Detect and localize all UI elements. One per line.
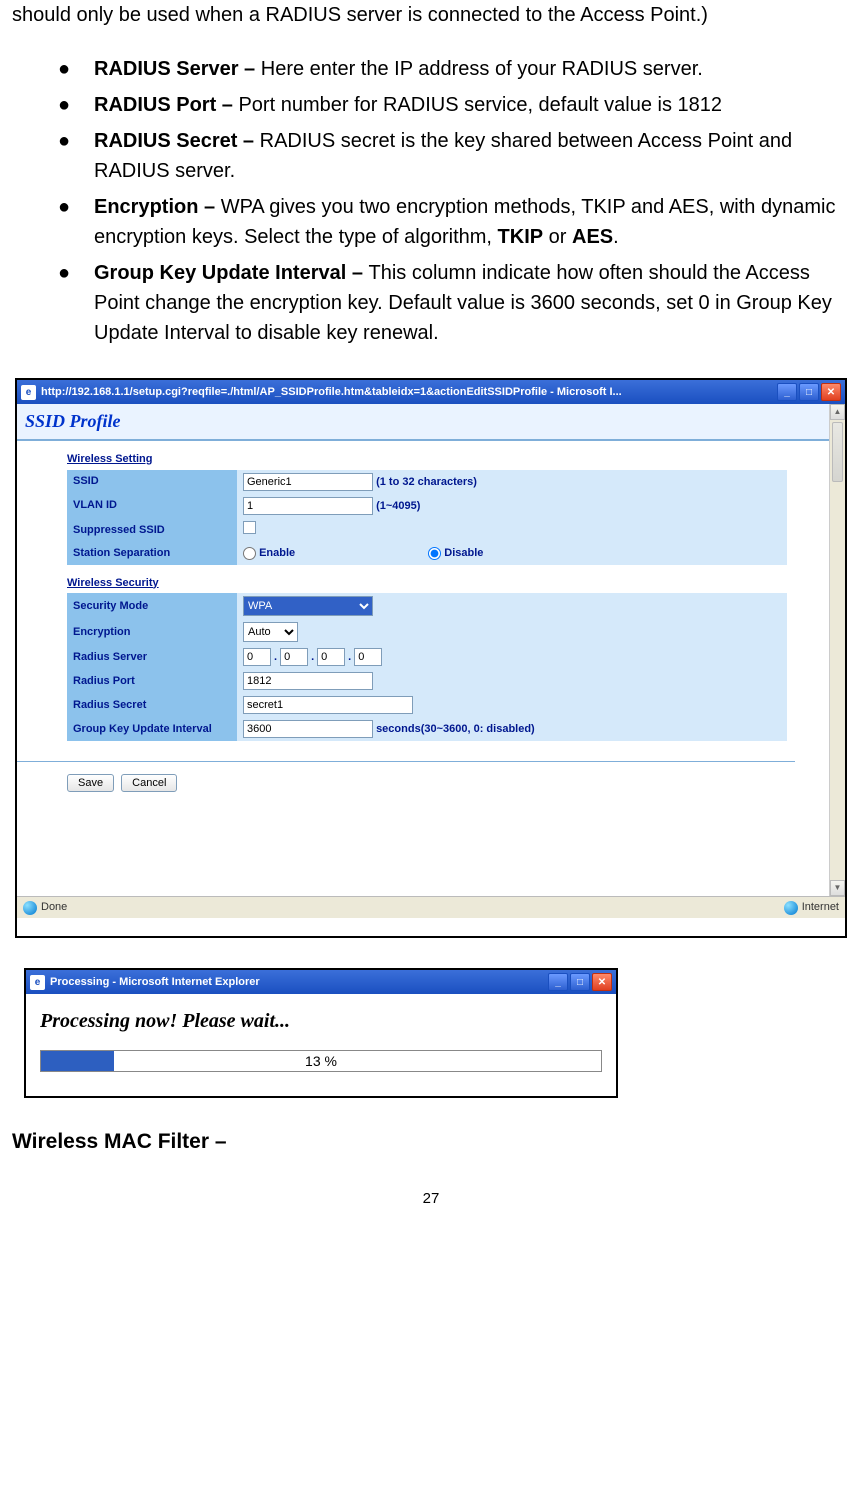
window-titlebar: e http://192.168.1.1/setup.cgi?reqfile=.… bbox=[17, 380, 845, 404]
list-item: RADIUS Secret – RADIUS secret is the key… bbox=[64, 126, 850, 186]
internet-zone-icon bbox=[784, 901, 798, 915]
group-key-interval-label: Group Key Update Interval bbox=[67, 717, 237, 741]
list-item: Encryption – WPA gives you two encryptio… bbox=[64, 192, 850, 252]
window-titlebar: e Processing - Microsoft Internet Explor… bbox=[26, 970, 616, 994]
save-button[interactable]: Save bbox=[67, 774, 114, 792]
ssid-label: SSID bbox=[67, 470, 237, 494]
list-item: RADIUS Server – Here enter the IP addres… bbox=[64, 54, 850, 84]
processing-window: e Processing - Microsoft Internet Explor… bbox=[24, 968, 618, 1098]
radius-ip-octet-4[interactable] bbox=[354, 648, 382, 666]
close-button[interactable]: ✕ bbox=[592, 973, 612, 991]
page-number: 27 bbox=[12, 1188, 850, 1211]
list-item: Group Key Update Interval – This column … bbox=[64, 258, 850, 348]
maximize-button[interactable]: □ bbox=[799, 383, 819, 401]
radius-secret-input[interactable] bbox=[243, 696, 413, 714]
security-mode-select[interactable]: WPA bbox=[243, 596, 373, 616]
encryption-select[interactable]: Auto bbox=[243, 622, 298, 642]
suppressed-ssid-label: Suppressed SSID bbox=[67, 518, 237, 543]
station-separation-label: Station Separation bbox=[67, 542, 237, 565]
vertical-scrollbar[interactable]: ▲ ▼ bbox=[829, 404, 845, 896]
vlan-hint: (1~4095) bbox=[376, 500, 420, 512]
maximize-button[interactable]: □ bbox=[570, 973, 590, 991]
page-icon bbox=[23, 901, 37, 915]
intro-text: should only be used when a RADIUS server… bbox=[12, 0, 850, 30]
radius-server-label: Radius Server bbox=[67, 645, 237, 669]
status-text: Done bbox=[41, 899, 67, 916]
wireless-setting-heading: Wireless Setting bbox=[67, 451, 845, 468]
progress-percent-label: 13 % bbox=[41, 1051, 601, 1072]
radius-ip-octet-1[interactable] bbox=[243, 648, 271, 666]
scroll-thumb[interactable] bbox=[832, 422, 843, 482]
window-title: Processing - Microsoft Internet Explorer bbox=[50, 974, 548, 991]
encryption-label: Encryption bbox=[67, 619, 237, 645]
ssid-input[interactable] bbox=[243, 473, 373, 491]
list-item: RADIUS Port – Port number for RADIUS ser… bbox=[64, 90, 850, 120]
close-button[interactable]: ✕ bbox=[821, 383, 841, 401]
station-disable-radio[interactable] bbox=[428, 547, 441, 560]
scroll-down-arrow[interactable]: ▼ bbox=[830, 880, 845, 896]
group-key-hint: seconds(30~3600, 0: disabled) bbox=[376, 723, 535, 735]
minimize-button[interactable]: _ bbox=[777, 383, 797, 401]
vlan-input[interactable] bbox=[243, 497, 373, 515]
wireless-mac-filter-heading: Wireless MAC Filter – bbox=[12, 1126, 850, 1158]
status-bar: Done Internet bbox=[17, 896, 845, 918]
radius-ip-octet-2[interactable] bbox=[280, 648, 308, 666]
vlan-label: VLAN ID bbox=[67, 494, 237, 518]
radius-secret-label: Radius Secret bbox=[67, 693, 237, 717]
suppressed-ssid-checkbox[interactable] bbox=[243, 521, 256, 534]
radius-port-input[interactable] bbox=[243, 672, 373, 690]
ssid-profile-window: e http://192.168.1.1/setup.cgi?reqfile=.… bbox=[15, 378, 847, 938]
ie-icon: e bbox=[30, 975, 45, 990]
group-key-interval-input[interactable] bbox=[243, 720, 373, 738]
divider bbox=[17, 761, 795, 762]
station-enable-radio[interactable] bbox=[243, 547, 256, 560]
minimize-button[interactable]: _ bbox=[548, 973, 568, 991]
ssid-hint: (1 to 32 characters) bbox=[376, 476, 477, 488]
cancel-button[interactable]: Cancel bbox=[121, 774, 177, 792]
window-title: http://192.168.1.1/setup.cgi?reqfile=./h… bbox=[41, 384, 777, 401]
disable-label: Disable bbox=[444, 547, 483, 559]
radius-port-label: Radius Port bbox=[67, 669, 237, 693]
bullet-list: RADIUS Server – Here enter the IP addres… bbox=[12, 54, 850, 348]
scroll-up-arrow[interactable]: ▲ bbox=[830, 404, 845, 420]
radius-ip-octet-3[interactable] bbox=[317, 648, 345, 666]
profile-header: SSID Profile bbox=[17, 404, 845, 441]
ie-icon: e bbox=[21, 385, 36, 400]
wireless-security-heading: Wireless Security bbox=[67, 575, 845, 592]
zone-text: Internet bbox=[802, 899, 839, 916]
security-mode-label: Security Mode bbox=[67, 593, 237, 619]
enable-label: Enable bbox=[259, 547, 295, 559]
progress-bar: 13 % bbox=[40, 1050, 602, 1072]
processing-message: Processing now! Please wait... bbox=[40, 1006, 602, 1036]
